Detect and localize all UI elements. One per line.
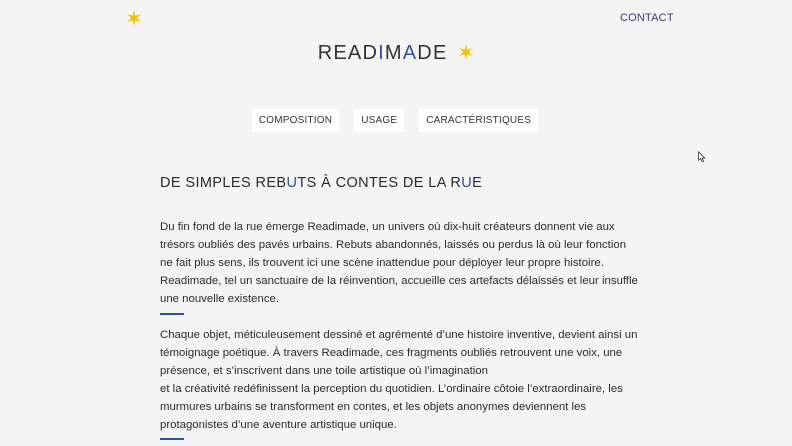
logo-text-part: READ <box>317 42 379 64</box>
logo-text-part: DE <box>417 42 448 64</box>
tab-caracteristiques[interactable]: CARACTÉRISTIQUES <box>419 109 539 132</box>
title-part: TS À CONTES DE LA R <box>297 175 462 191</box>
logo-text-accent: A <box>402 42 418 64</box>
divider <box>160 438 184 440</box>
title-accent: U <box>286 175 298 191</box>
section-title: DE SIMPLES REBUTS À CONTES DE LA RUE <box>160 175 482 191</box>
title-part: DE SIMPLES REB <box>160 175 287 191</box>
paragraph-line: Chaque objet, méticuleusement dessiné et… <box>160 329 638 377</box>
paragraph-line: et la créativité redéfinissent la percep… <box>160 383 623 431</box>
tab-usage[interactable]: USAGE <box>354 109 405 132</box>
title-accent: U <box>461 175 473 191</box>
section-tabs: COMPOSITION USAGE CARACTÉRISTIQUES <box>0 109 792 132</box>
logo-text-part: M <box>384 42 403 64</box>
divider <box>160 313 184 315</box>
logo-text-accent: I <box>378 42 385 64</box>
star-icon <box>459 44 474 60</box>
contact-link[interactable]: CONTACT <box>620 12 674 24</box>
cursor-icon <box>698 151 706 163</box>
body-paragraph: Chaque objet, méticuleusement dessiné et… <box>160 326 640 434</box>
intro-paragraph: Du fin fond de la rue émerge Readimade, … <box>160 221 638 305</box>
star-icon[interactable] <box>126 10 142 26</box>
logo[interactable]: READIMADE <box>0 42 792 65</box>
title-part: E <box>472 175 483 191</box>
tab-composition[interactable]: COMPOSITION <box>251 109 340 132</box>
page: CONTACT READIMADE COMPOSITION USAGE CARA… <box>0 0 792 446</box>
